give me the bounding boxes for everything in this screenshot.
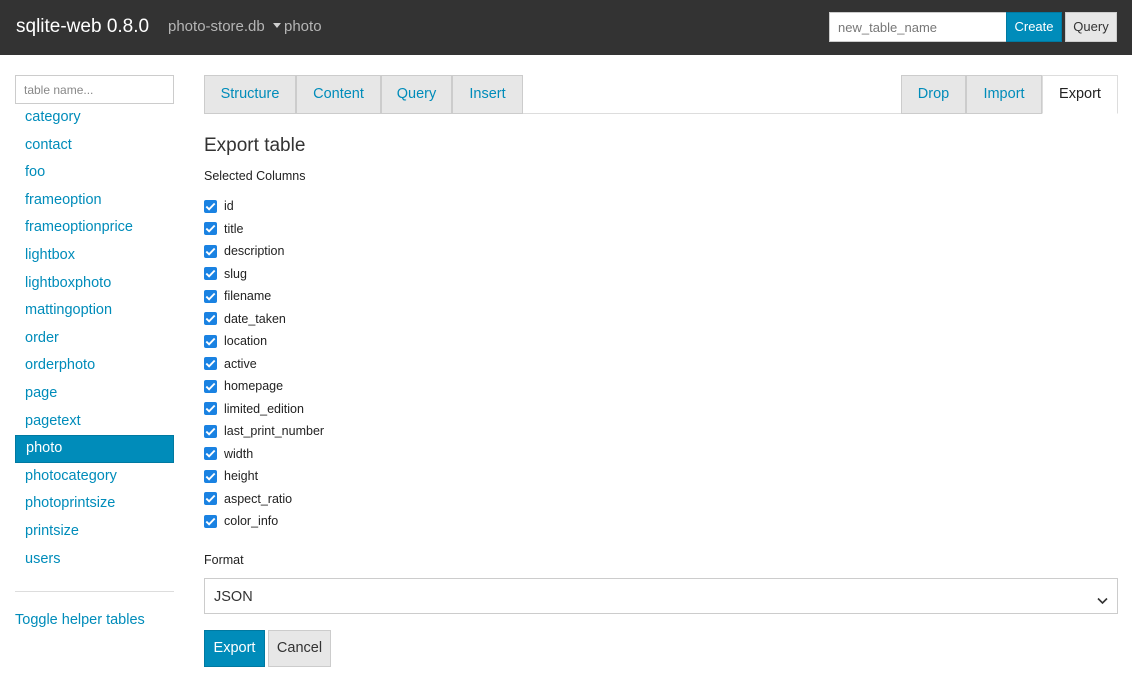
column-option: id [204,195,324,218]
column-option: location [204,330,324,353]
column-checkbox[interactable] [204,312,217,326]
column-name: limited_edition [224,401,304,416]
column-checkbox[interactable] [204,267,217,281]
column-option: color_info [204,510,324,533]
column-name: title [224,221,244,236]
column-option: limited_edition [204,398,324,421]
current-table-crumb[interactable]: photo [284,18,322,36]
caret-down-icon [272,23,281,28]
tab-content[interactable]: Content [296,75,381,114]
sidebar-table-item[interactable]: orderphoto [15,352,174,380]
format-select[interactable]: JSON [204,578,1118,614]
table-filter-input[interactable] [15,75,174,104]
column-option: filename [204,285,324,308]
column-option: active [204,353,324,376]
column-name: description [224,244,285,259]
column-name: homepage [224,379,284,394]
column-name: location [224,334,268,349]
sidebar-table-item[interactable]: contact [15,132,174,160]
cancel-button[interactable]: Cancel [268,630,331,667]
create-table-button[interactable]: Create [1006,12,1062,42]
column-checkbox[interactable] [204,244,217,258]
chevron-down-icon [1097,592,1108,610]
database-name: photo-store.db [168,18,265,35]
sidebar-table-item[interactable]: mattingoption [15,297,174,325]
tab-drop[interactable]: Drop [901,75,966,114]
sidebar-table-item[interactable]: page [15,380,174,408]
column-name: id [224,199,234,214]
column-name: date_taken [224,311,286,326]
column-option: last_print_number [204,420,324,443]
sidebar-table-item[interactable]: users [15,546,174,574]
selected-columns-label: Selected Columns [204,169,306,183]
sidebar-table-item[interactable]: photocategory [15,463,174,491]
sidebar-table-item[interactable]: printsize [15,518,174,546]
column-checkbox-list: id title description slug filename date_taken… [204,195,324,533]
database-dropdown[interactable]: photo-store.db [168,18,281,36]
column-name: filename [224,289,272,304]
column-checkbox[interactable] [204,199,217,213]
sidebar-table-item[interactable]: photoprintsize [15,490,174,518]
brand-link[interactable]: sqlite-web 0.8.0 [16,16,149,38]
navbar: sqlite-web 0.8.0 photo-store.db photo Cr… [0,0,1132,55]
column-option: slug [204,263,324,286]
sidebar-table-item[interactable]: lightbox [15,242,174,270]
column-option: homepage [204,375,324,398]
column-checkbox[interactable] [204,357,217,371]
column-checkbox[interactable] [204,469,217,483]
table-list: category contact foo frameoption frameoption… [15,104,174,573]
column-name: slug [224,266,247,281]
column-checkbox[interactable] [204,447,217,461]
column-checkbox[interactable] [204,289,217,303]
sidebar-divider [15,591,174,592]
sidebar-table-item[interactable]: pagetext [15,408,174,436]
column-name: width [224,446,254,461]
column-checkbox[interactable] [204,402,217,416]
column-option: title [204,218,324,241]
column-checkbox[interactable] [204,222,217,236]
export-button[interactable]: Export [204,630,265,667]
column-option: height [204,465,324,488]
column-name: active [224,356,257,371]
format-selected-value: JSON [214,589,253,605]
column-checkbox[interactable] [204,424,217,438]
tab-export[interactable]: Export [1042,75,1118,114]
tab-insert[interactable]: Insert [452,75,523,114]
new-table-name-input[interactable] [829,12,1006,42]
column-name: aspect_ratio [224,491,293,506]
query-button[interactable]: Query [1065,12,1117,42]
sidebar-table-item[interactable]: frameoption [15,187,174,215]
column-option: aspect_ratio [204,488,324,511]
sidebar-table-item[interactable]: category [15,104,174,132]
tab-query[interactable]: Query [381,75,452,114]
tab-import[interactable]: Import [966,75,1042,114]
column-checkbox[interactable] [204,492,217,506]
column-checkbox[interactable] [204,379,217,393]
sidebar-table-item[interactable]: frameoptionprice [15,214,174,242]
column-checkbox[interactable] [204,334,217,348]
tab-structure[interactable]: Structure [204,75,296,114]
toggle-helper-tables-link[interactable]: Toggle helper tables [15,611,145,629]
column-option: date_taken [204,308,324,331]
column-name: color_info [224,514,279,529]
column-name: last_print_number [224,424,325,439]
sidebar-table-item[interactable]: order [15,325,174,353]
page-title: Export table [204,135,306,156]
sidebar-table-item[interactable]: photo [15,435,174,463]
column-name: height [224,469,259,484]
sidebar-table-item[interactable]: foo [15,159,174,187]
column-checkbox[interactable] [204,514,217,528]
column-option: description [204,240,324,263]
sidebar-table-item[interactable]: lightboxphoto [15,270,174,298]
format-label: Format [204,553,244,567]
column-option: width [204,443,324,466]
